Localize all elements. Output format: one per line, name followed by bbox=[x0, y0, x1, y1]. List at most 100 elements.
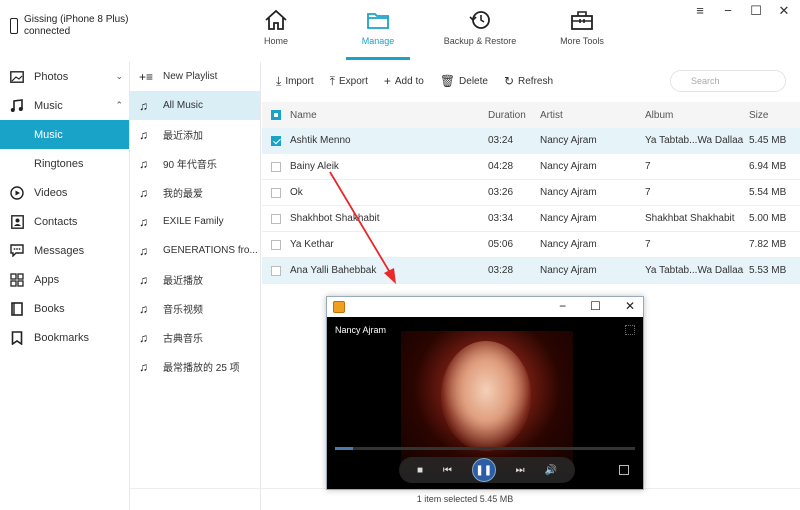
column-duration[interactable]: Duration bbox=[488, 110, 540, 121]
row-checkbox[interactable] bbox=[271, 213, 281, 224]
refresh-button[interactable]: ↻ Refresh bbox=[504, 74, 553, 88]
minimize-icon[interactable]: − bbox=[559, 299, 566, 313]
table-row[interactable]: Bainy Aleik 04:28 Nancy Ajram 7 6.94 MB bbox=[262, 154, 800, 180]
playlist-item[interactable]: ♫ 我的最爱 bbox=[130, 178, 260, 207]
select-all-checkbox[interactable] bbox=[271, 110, 281, 120]
delete-button[interactable]: 🗑 Delete bbox=[440, 74, 488, 88]
row-checkbox[interactable] bbox=[271, 161, 281, 172]
playlist-item[interactable]: ♫ 古典音乐 bbox=[130, 323, 260, 352]
chevron-down-icon: ⌄ bbox=[115, 71, 123, 81]
home-icon bbox=[265, 9, 287, 30]
sidebar-item-bookmarks[interactable]: Bookmarks bbox=[0, 323, 129, 352]
new-playlist-button[interactable]: +≡ New Playlist bbox=[130, 62, 260, 91]
playlist-item[interactable]: ♫ 最近播放 bbox=[130, 265, 260, 294]
fullscreen-icon[interactable] bbox=[619, 465, 629, 475]
close-icon[interactable]: ✕ bbox=[778, 4, 790, 17]
column-name[interactable]: Name bbox=[290, 110, 488, 121]
device-info[interactable]: Gissing (iPhone 8 Plus) connected bbox=[10, 14, 129, 38]
column-size[interactable]: Size bbox=[749, 110, 800, 121]
table-row[interactable]: Ok 03:26 Nancy Ajram 7 5.54 MB bbox=[262, 180, 800, 206]
column-album[interactable]: Album bbox=[645, 110, 749, 121]
window-controls: ≡ − ☐ ✕ bbox=[694, 4, 790, 17]
add-to-button[interactable]: + Add to bbox=[384, 74, 424, 88]
stop-icon[interactable]: ■ bbox=[417, 465, 423, 476]
sidebar-item-ringtones[interactable]: Ringtones bbox=[0, 149, 129, 178]
export-button[interactable]: ⤒ Export bbox=[330, 74, 368, 89]
device-name: Gissing (iPhone 8 Plus) bbox=[24, 14, 129, 25]
chevron-up-icon: ⌃ bbox=[115, 100, 123, 110]
table-row[interactable]: Ana Yalli Bahebbak 03:28 Nancy Ajram Ya … bbox=[262, 258, 800, 284]
minimize-icon[interactable]: − bbox=[722, 4, 734, 17]
media-player-icon bbox=[333, 301, 345, 313]
playlist-icon: ♫ bbox=[139, 185, 148, 200]
toolbar: ⤓ Import ⤒ Export + Add to 🗑 Delete ↻ Refresh… bbox=[262, 62, 800, 100]
header: Gissing (iPhone 8 Plus) connected Home M… bbox=[0, 0, 800, 62]
sidebar-item-music[interactable]: Music ⌃ bbox=[0, 91, 129, 120]
photos-icon bbox=[10, 70, 24, 84]
export-icon: ⤒ bbox=[329, 73, 335, 88]
sidebar-item-photos[interactable]: Photos ⌄ bbox=[0, 62, 129, 91]
playlist-icon: ♫ bbox=[139, 359, 148, 374]
table-row[interactable]: Shakhbot Shakhabit 03:34 Nancy Ajram Sha… bbox=[262, 206, 800, 232]
previous-icon[interactable]: ⏮ bbox=[443, 465, 452, 476]
trash-icon: 🗑 bbox=[439, 74, 456, 88]
sidebar-item-contacts[interactable]: Contacts bbox=[0, 207, 129, 236]
row-checkbox[interactable] bbox=[271, 265, 281, 276]
music-table: Name Duration Artist Album Size Ashtik M… bbox=[262, 102, 800, 284]
seek-progress bbox=[335, 447, 353, 450]
add-playlist-icon: +≡ bbox=[139, 69, 154, 84]
playback-controls: ■ ⏮ ❚❚ ⏭ 🔊 bbox=[399, 457, 575, 483]
sidebar-item-videos[interactable]: Videos bbox=[0, 178, 129, 207]
menu-icon[interactable]: ≡ bbox=[694, 4, 706, 17]
nav-manage[interactable]: Manage bbox=[346, 0, 410, 60]
column-artist[interactable]: Artist bbox=[540, 110, 645, 121]
playlist-icon: ♫ bbox=[139, 214, 148, 229]
playlist-icon: ♫ bbox=[139, 98, 148, 113]
playlist-icon: ♫ bbox=[139, 156, 148, 171]
books-icon bbox=[10, 301, 24, 316]
row-checkbox[interactable] bbox=[271, 239, 281, 250]
playlist-item[interactable]: ♫ EXILE Family bbox=[130, 207, 260, 236]
table-header: Name Duration Artist Album Size bbox=[262, 102, 800, 128]
search-input[interactable]: Search bbox=[670, 70, 786, 92]
maximize-icon[interactable]: ☐ bbox=[590, 299, 601, 313]
table-row[interactable]: Ya Kethar 05:06 Nancy Ajram 7 7.82 MB bbox=[262, 232, 800, 258]
playlist-item[interactable]: ♫ GENERATIONS fro... bbox=[130, 236, 260, 265]
media-player-window: − ☐ ✕ Nancy Ajram ■ ⏮ ❚❚ ⏭ 🔊 bbox=[326, 296, 644, 490]
folder-icon bbox=[367, 13, 389, 29]
playlist-item[interactable]: ♫ 90 年代音乐 bbox=[130, 149, 260, 178]
view-toggle-icon[interactable] bbox=[625, 325, 635, 335]
table-row[interactable]: Ashtik Menno 03:24 Nancy Ajram Ya Tabtab… bbox=[262, 128, 800, 154]
playlist-icon: ♫ bbox=[139, 243, 148, 258]
pause-button[interactable]: ❚❚ bbox=[471, 458, 496, 482]
playlist-icon: ♫ bbox=[139, 127, 148, 142]
seek-bar[interactable] bbox=[335, 447, 635, 450]
nav-more-tools[interactable]: More Tools bbox=[556, 0, 608, 60]
playlist-item[interactable]: ♫ 最常播放的 25 项 bbox=[130, 352, 260, 381]
playlist-icon: ♫ bbox=[139, 272, 148, 287]
volume-icon[interactable]: 🔊 bbox=[545, 465, 557, 476]
apps-icon bbox=[10, 272, 24, 287]
sidebar-item-music-sub[interactable]: Music bbox=[0, 120, 129, 149]
status-bar: 1 item selected 5.45 MB bbox=[130, 488, 800, 510]
row-checkbox[interactable] bbox=[271, 187, 281, 198]
nav-backup-restore[interactable]: Backup & Restore bbox=[440, 0, 520, 60]
player-titlebar[interactable]: − ☐ ✕ bbox=[327, 297, 643, 317]
sidebar-item-messages[interactable]: Messages bbox=[0, 236, 129, 265]
next-icon[interactable]: ⏭ bbox=[516, 465, 525, 476]
plus-icon: + bbox=[383, 74, 391, 88]
playlist-icon: ♫ bbox=[139, 330, 148, 345]
row-checkbox[interactable] bbox=[271, 135, 281, 146]
import-button[interactable]: ⤓ Import bbox=[276, 74, 314, 89]
playlist-item[interactable]: ♫ All Music bbox=[130, 91, 260, 120]
playlist-item[interactable]: ♫ 最近添加 bbox=[130, 120, 260, 149]
import-icon: ⤓ bbox=[276, 73, 282, 88]
close-icon[interactable]: ✕ bbox=[625, 299, 635, 313]
sidebar-item-apps[interactable]: Apps bbox=[0, 265, 129, 294]
playlist-icon: ♫ bbox=[139, 301, 148, 316]
playlist-item[interactable]: ♫ 音乐视频 bbox=[130, 294, 260, 323]
maximize-icon[interactable]: ☐ bbox=[750, 4, 762, 17]
sidebar-item-books[interactable]: Books bbox=[0, 294, 129, 323]
messages-icon bbox=[10, 244, 24, 258]
nav-home[interactable]: Home bbox=[247, 0, 305, 60]
